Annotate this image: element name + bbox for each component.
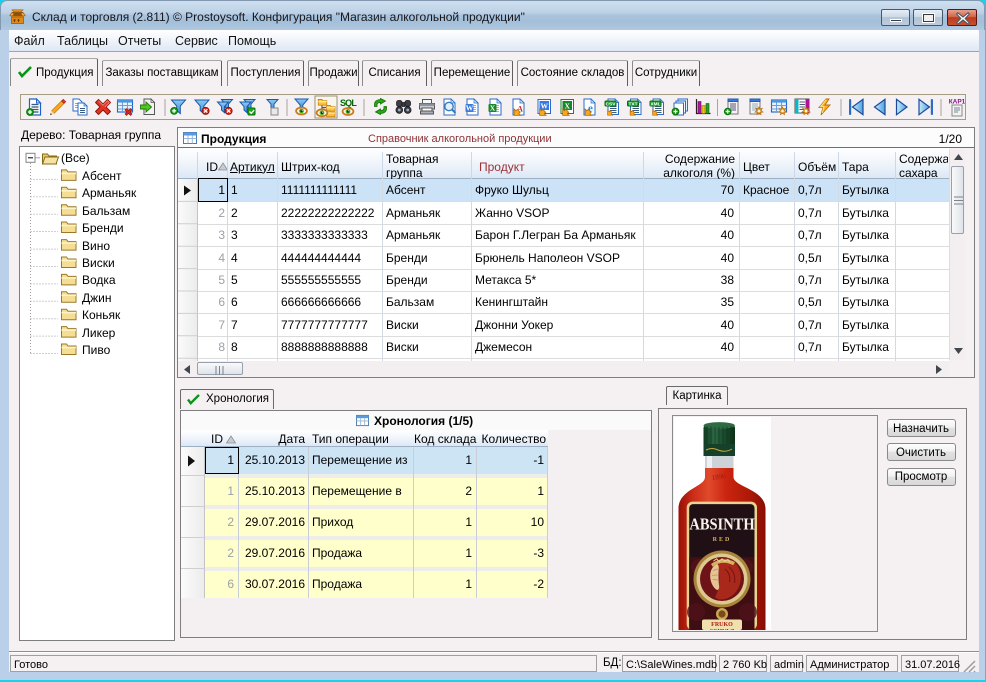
svg-text:FRUKO: FRUKO [711, 622, 733, 628]
svg-text:XML: XML [650, 101, 660, 107]
svg-text:TXT: TXT [628, 101, 637, 107]
svg-text:X: X [564, 102, 570, 111]
svg-text:W: W [466, 104, 474, 113]
svg-text:SQL: SQL [340, 98, 357, 108]
svg-text:КАР1: КАР1 [949, 99, 966, 106]
svg-text:X: X [490, 104, 496, 113]
svg-text:CSV: CSV [606, 101, 617, 107]
svg-text:W: W [540, 102, 548, 111]
svg-text:SCHULZ: SCHULZ [710, 629, 735, 630]
svg-text:ABSINTH: ABSINTH [689, 516, 754, 534]
svg-text:RED: RED [713, 537, 732, 543]
